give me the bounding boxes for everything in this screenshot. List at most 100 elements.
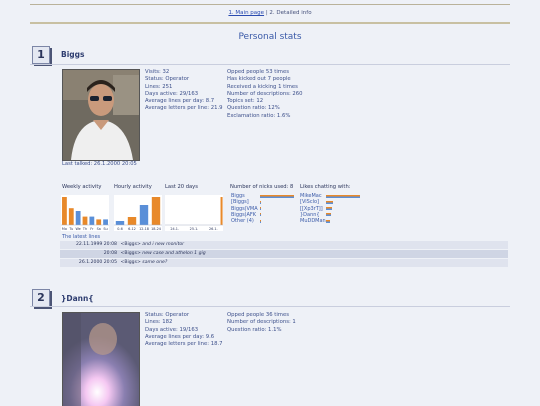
page-title: Personal stats bbox=[238, 32, 302, 42]
line-text: new case and athelon 1 gig bbox=[142, 251, 206, 256]
user-photo-image bbox=[63, 70, 139, 160]
hourly-activity-label: Hourly activity bbox=[114, 184, 152, 190]
chart-bar bbox=[220, 197, 223, 225]
nick-item: Other (4) bbox=[231, 218, 254, 225]
breadcrumb-nav: 1. Main page | 2. Detailed info bbox=[0, 10, 540, 16]
rank-badge: 2 bbox=[32, 289, 50, 307]
weekly-activity-chart: Mo Tu We Th Fr Sa Su bbox=[61, 195, 109, 231]
nav-main-page-link[interactable]: 1. Main page bbox=[228, 10, 264, 16]
bar-fill bbox=[260, 219, 261, 223]
like-item[interactable]: MuDDMan bbox=[300, 218, 326, 224]
chart-bar bbox=[75, 211, 81, 225]
user-photo bbox=[62, 69, 140, 161]
hourly-activity-chart: 0-6 6-12 12-18 18-24 bbox=[114, 195, 162, 231]
chart-tick-label: Su bbox=[103, 227, 107, 231]
stat-lines: Lines: 182 bbox=[145, 319, 173, 326]
stat-question-ratio: Question ratio: 1.1% bbox=[227, 326, 282, 333]
rank-badge: 1 bbox=[32, 46, 50, 64]
top-rule bbox=[30, 4, 510, 5]
chart-bar bbox=[139, 205, 149, 225]
chart-bar bbox=[89, 216, 95, 225]
chart-tick-label: Fr bbox=[90, 227, 94, 231]
likes-list: MikeMac [ViSclo] [[Xp3rT]] }Dann{ MuDDMa… bbox=[300, 193, 326, 224]
stats-left: Visits: 32 Status: Operator Lines: 251 D… bbox=[145, 69, 223, 113]
user-name[interactable]: Biggs bbox=[61, 50, 85, 59]
stat-opped: Opped people 36 times bbox=[227, 312, 289, 318]
stat-descriptions: Number of descriptions: 1 bbox=[227, 319, 296, 326]
latest-line-row: 26.1.2000 20:05 <Biggs> same one? bbox=[60, 259, 508, 267]
stats-right: Opped people 36 times Number of descript… bbox=[227, 312, 296, 334]
chart-bar bbox=[82, 216, 88, 225]
nav-divider: | bbox=[265, 10, 268, 16]
stat-kicked: Received a kicking 1 times bbox=[227, 83, 298, 90]
nav-bottom-rule bbox=[30, 22, 510, 24]
stats-right: Opped people 53 times Has kicked out 7 p… bbox=[227, 69, 303, 120]
line-time: 20:08 bbox=[103, 251, 117, 256]
stat-status: Status: Operator bbox=[145, 312, 190, 318]
nick-usage-bars bbox=[260, 193, 296, 224]
last-20-days-chart: 24.1. 25.1. 26.1. bbox=[165, 195, 223, 231]
stat-avg-lines: Average lines per day: 9.6 bbox=[145, 333, 215, 340]
chart-tick-label: 18-24 bbox=[151, 227, 161, 231]
stat-opped: Opped people 53 times bbox=[227, 69, 289, 75]
bar-fill bbox=[260, 213, 261, 217]
chart-tick-label: Sa bbox=[97, 227, 101, 231]
likes-bars bbox=[326, 193, 362, 224]
bar-row bbox=[326, 218, 362, 224]
stat-descriptions: Number of descriptions: 260 bbox=[227, 90, 303, 97]
chart-bar bbox=[62, 197, 67, 225]
line-text: and i new monitor bbox=[142, 242, 185, 247]
like-item[interactable]: [[Xp3rT]] bbox=[300, 206, 326, 212]
likes-chatting-label: Likes chatting with: bbox=[300, 184, 351, 190]
chart-tick-label: Th bbox=[82, 227, 87, 231]
chart-tick-label: 25.1. bbox=[190, 227, 199, 231]
stat-days-active: Days active: 19/163 bbox=[145, 326, 199, 333]
bar-fill bbox=[326, 213, 332, 217]
line-time: 26.1.2000 20:05 bbox=[78, 260, 117, 265]
chart-bar bbox=[96, 219, 102, 225]
stat-avg-letters: Average letters per line: 18.7 bbox=[145, 341, 223, 348]
bar-fill bbox=[260, 207, 261, 211]
weekly-activity-label: Weekly activity bbox=[62, 184, 102, 190]
stat-topics: Topics set: 12 bbox=[227, 98, 264, 105]
bar-fill bbox=[326, 200, 333, 204]
stat-kicked-out: Has kicked out 7 people bbox=[227, 76, 291, 83]
stat-question-ratio: Question ratio: 12% bbox=[227, 105, 280, 112]
nicks-list: Biggs [Biggs] Biggs|VMA Biggs|AFK Other … bbox=[231, 193, 258, 224]
latest-lines-title: The latest lines bbox=[62, 234, 101, 240]
last-20-days-label: Last 20 days bbox=[165, 184, 198, 190]
chart-bar bbox=[115, 221, 125, 225]
latest-line-row: 22.11.1999 20:08 <Biggs> and i new monit… bbox=[60, 241, 508, 249]
user-photo bbox=[62, 312, 140, 406]
stat-lines: Lines: 251 bbox=[145, 83, 173, 90]
chart-bar bbox=[103, 219, 108, 225]
chart-tick-label: Tu bbox=[68, 227, 73, 231]
nav-detailed-info: 2. Detailed info bbox=[269, 10, 312, 16]
bar-fill bbox=[326, 194, 360, 198]
chart-tick-label: 6-12 bbox=[128, 227, 136, 231]
chart-bar bbox=[68, 208, 74, 225]
line-nick: <Biggs> bbox=[120, 251, 141, 256]
stat-visits: Visits: 32 bbox=[145, 69, 170, 75]
last-talked: Last talked: 26.1.2000 20:05 bbox=[62, 161, 137, 167]
line-time: 22.11.1999 20:08 bbox=[75, 242, 117, 247]
stat-avg-lines: Average lines per day: 8.7 bbox=[145, 98, 215, 105]
chart-bar bbox=[151, 197, 161, 225]
bar-row bbox=[260, 218, 296, 224]
line-text: same one? bbox=[142, 260, 168, 265]
user-name[interactable]: }Dann{ bbox=[61, 294, 94, 303]
bar-fill bbox=[260, 194, 294, 198]
stat-days-active: Days active: 29/163 bbox=[145, 90, 199, 97]
user-photo-image bbox=[63, 313, 139, 406]
bar-fill bbox=[260, 200, 262, 204]
line-nick: <Biggs> bbox=[120, 260, 141, 265]
chart-bar bbox=[127, 217, 137, 225]
chart-tick-label: 0-6 bbox=[117, 227, 123, 231]
section-divider bbox=[30, 64, 510, 65]
nick-item: Biggs|VMA bbox=[231, 205, 258, 212]
chart-tick-label: 12-18 bbox=[139, 227, 149, 231]
chart-tick-label: 26.1. bbox=[209, 227, 218, 231]
chart-tick-label: 24.1. bbox=[170, 227, 179, 231]
chart-tick-label: Mo bbox=[62, 227, 67, 231]
nicks-used-label: Number of nicks used: 8 bbox=[230, 184, 294, 190]
